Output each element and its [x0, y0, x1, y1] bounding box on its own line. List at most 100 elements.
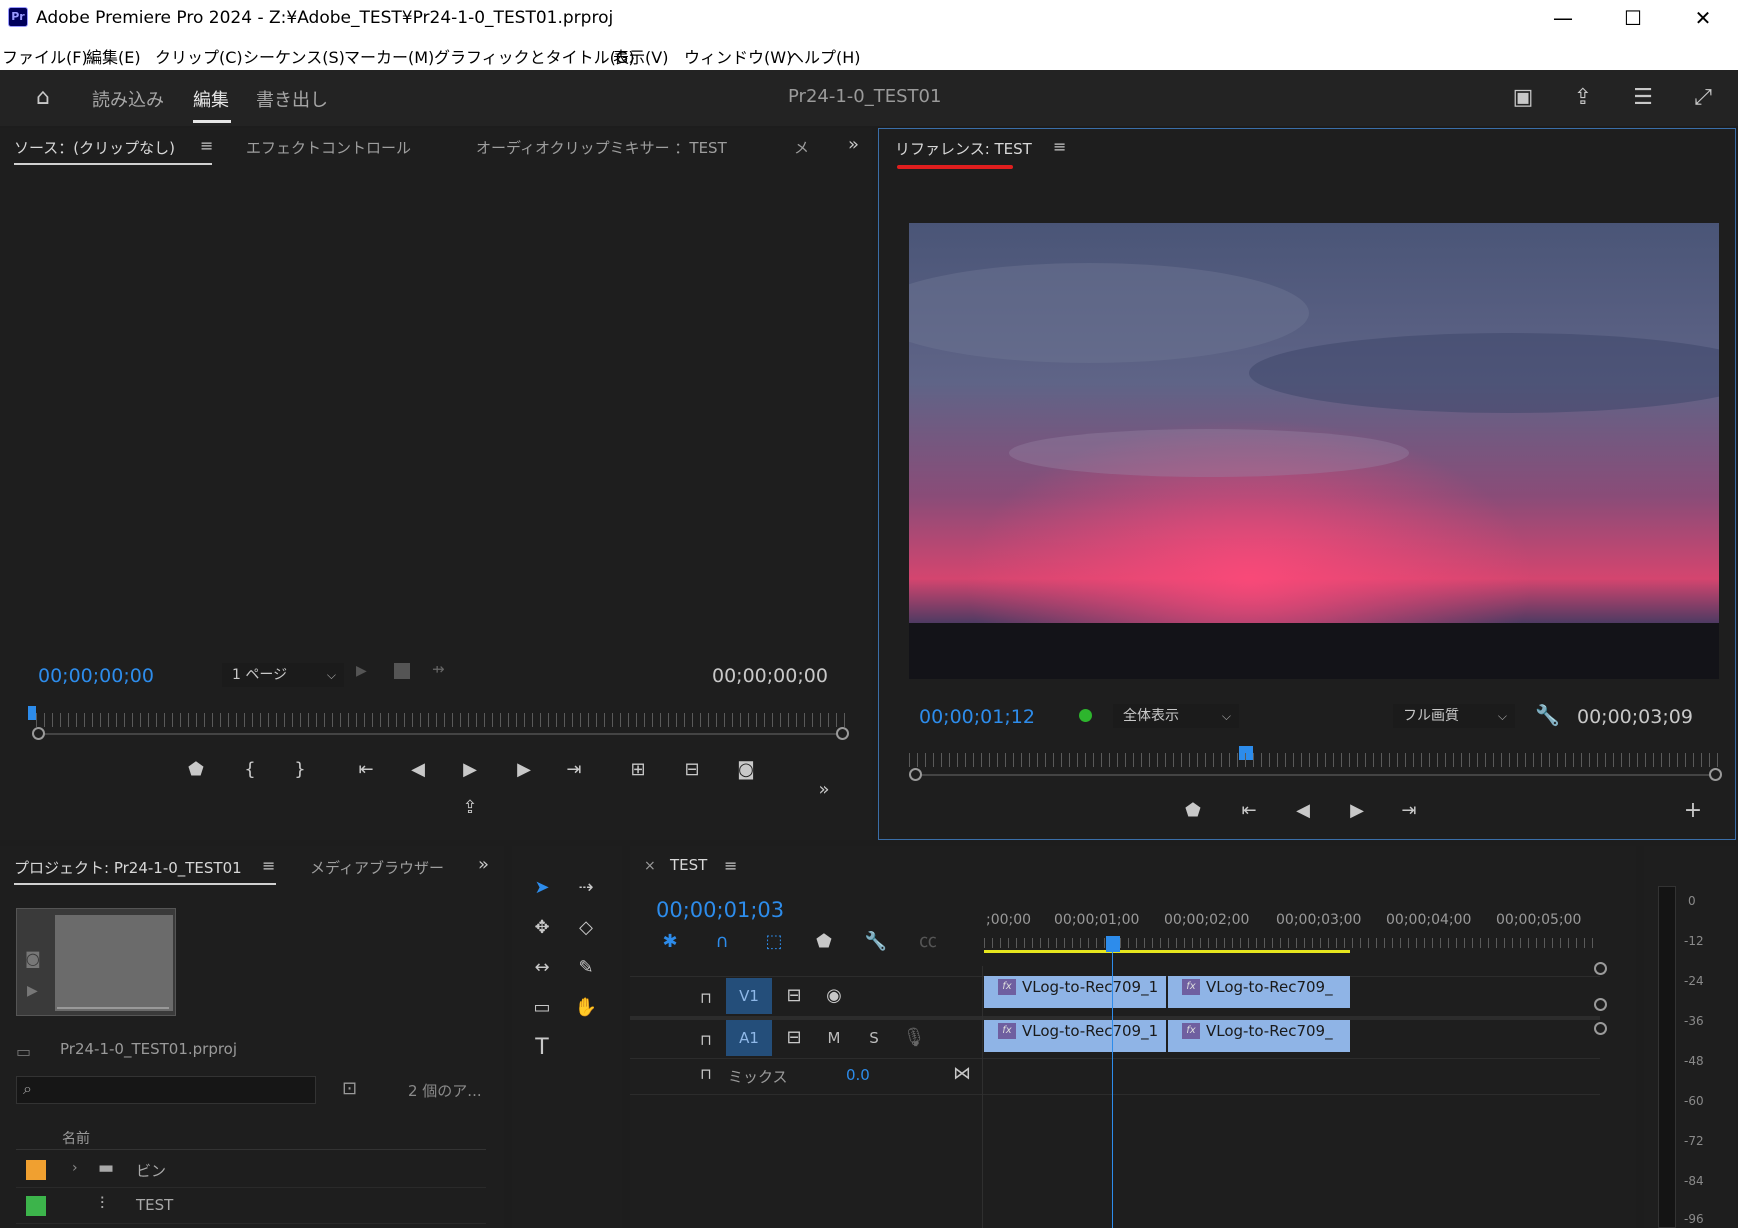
wrench-icon[interactable]: 🔧 [1535, 703, 1560, 727]
slip-tool-icon[interactable]: ↔ [528, 954, 556, 982]
tab-project[interactable]: プロジェクト: Pr24-1-0_TEST01 [14, 857, 242, 878]
tab-source[interactable]: ソース：(クリップなし) [14, 137, 175, 158]
workspace-import[interactable]: 読み込み [92, 86, 164, 112]
project-menu-icon[interactable]: ≡ [262, 856, 275, 875]
v-zoom-handle[interactable] [1594, 962, 1607, 975]
go-to-in-icon[interactable]: ⇤ [352, 756, 380, 784]
ref-go-to-out-icon[interactable]: ⇥ [1395, 797, 1423, 825]
ref-go-to-in-icon[interactable]: ⇤ [1235, 797, 1263, 825]
close-tab-icon[interactable]: × [644, 858, 656, 874]
razor-tool-icon[interactable]: ◇ [572, 914, 600, 942]
mute-button[interactable]: M [820, 1024, 848, 1052]
reference-timecode-current[interactable]: 00;00;01;12 [919, 706, 1035, 728]
workspace-edit[interactable]: 編集 [193, 86, 229, 112]
menu-help[interactable]: ヘルプ(H) [788, 44, 861, 68]
workspace-menu-icon[interactable]: ☰ [1628, 84, 1658, 112]
find-icon[interactable]: ⊡ [342, 1078, 357, 1099]
audio-clip[interactable]: fx VLog-to-Rec709_ [1168, 1020, 1350, 1052]
tab-timeline-sequence[interactable]: TEST [670, 856, 707, 874]
reference-zoom-bar[interactable] [915, 774, 1715, 776]
more-controls-icon[interactable]: » [810, 776, 838, 804]
tab-reference[interactable]: リファレンス: TEST [895, 138, 1032, 159]
sync-lock-icon[interactable]: ⊟ [780, 1024, 808, 1052]
source-menu-icon[interactable]: ≡ [200, 136, 213, 155]
reference-quality-select[interactable]: フル画質 ⌵ [1393, 704, 1515, 728]
column-name-header[interactable]: 名前 [62, 1128, 90, 1148]
export-frame-icon[interactable]: ◙ [732, 756, 760, 784]
a-zoom-handle[interactable] [1594, 1022, 1607, 1035]
add-marker-icon[interactable]: ⬟ [810, 928, 838, 956]
work-area-bar[interactable] [984, 950, 1350, 953]
ref-step-forward-icon[interactable]: ▶ [1343, 797, 1371, 825]
tab-audio-clip-mixer[interactable]: オーディオクリップミキサー ：TEST [476, 137, 727, 158]
mix-volume-value[interactable]: 0.0 [846, 1066, 870, 1084]
track-target-v1[interactable]: V1 [726, 978, 772, 1014]
close-button[interactable]: ✕ [1668, 0, 1738, 36]
menu-view[interactable]: 表示(V) [613, 44, 668, 68]
list-item[interactable]: › ▬ ビン [16, 1152, 486, 1188]
overwrite-icon[interactable]: ⊟ [678, 756, 706, 784]
captions-icon[interactable]: ㏄ [914, 928, 942, 956]
share-icon[interactable]: ⇪ [1568, 84, 1598, 112]
reference-zoom-end-handle[interactable] [1709, 768, 1722, 781]
add-marker-icon[interactable]: ⬟ [182, 756, 210, 784]
nest-icon[interactable]: ✱ [656, 928, 684, 956]
drag-video-icon[interactable]: ⇸ [432, 660, 445, 678]
workspace-export[interactable]: 書き出し [256, 86, 328, 112]
home-icon[interactable]: ⌂ [28, 84, 58, 112]
maximize-button[interactable]: ☐ [1598, 0, 1668, 36]
sync-lock-icon[interactable]: ⊟ [780, 982, 808, 1010]
ref-step-back-icon[interactable]: ◀ [1289, 797, 1317, 825]
solo-button[interactable]: S [860, 1024, 888, 1052]
lock-track-icon[interactable]: ⊓ [692, 1060, 720, 1088]
menu-file[interactable]: ファイル(F) [2, 44, 88, 68]
timeline-time-ruler[interactable] [984, 938, 1600, 948]
selection-tool-icon[interactable]: ➤ [528, 874, 556, 902]
menu-marker[interactable]: マーカー(M) [344, 44, 434, 68]
more-tabs-icon[interactable]: » [848, 134, 859, 155]
audio-clip[interactable]: fx VLog-to-Rec709_1 [984, 1020, 1166, 1052]
lock-track-icon[interactable]: ⊓ [692, 984, 720, 1012]
go-to-transition-icon[interactable]: ⋈ [948, 1060, 976, 1088]
linked-selection-icon[interactable]: ⬚ [760, 928, 788, 956]
list-item[interactable]: ⫶ TEST [16, 1188, 486, 1224]
video-clip[interactable]: fx VLog-to-Rec709_1 [984, 976, 1166, 1008]
hand-tool-icon[interactable]: ✋ [572, 994, 600, 1022]
play-range-icon[interactable]: ▶ [356, 663, 367, 679]
tab-metadata[interactable]: メ [794, 137, 809, 158]
ripple-edit-tool-icon[interactable]: ✥ [528, 914, 556, 942]
reference-zoom-start-handle[interactable] [909, 768, 922, 781]
minimize-button[interactable]: — [1528, 0, 1598, 36]
source-time-ruler[interactable] [36, 713, 848, 727]
menu-clip[interactable]: クリップ(C) [155, 44, 243, 68]
step-forward-icon[interactable]: ▶ [510, 756, 538, 784]
label-color-swatch[interactable] [26, 1196, 46, 1216]
snap-magnet-icon[interactable]: ∩ [708, 928, 736, 956]
menu-graphics[interactable]: グラフィックとタイトル(G) [434, 44, 635, 68]
mark-out-icon[interactable]: } [286, 756, 314, 784]
timeline-settings-icon[interactable]: 🔧 [862, 928, 890, 956]
gang-icon[interactable]: ⬟ [1179, 797, 1207, 825]
source-zoom-end-handle[interactable] [836, 727, 849, 740]
label-color-swatch[interactable] [26, 1160, 46, 1180]
menu-window[interactable]: ウィンドウ(W) [684, 44, 792, 68]
project-search-input[interactable]: ⌕ [16, 1076, 316, 1104]
video-clip[interactable]: fx VLog-to-Rec709_ [1168, 976, 1350, 1008]
reference-time-ruler[interactable] [909, 753, 1719, 767]
menu-sequence[interactable]: シーケンス(S) [243, 44, 345, 68]
timeline-playhead-handle[interactable] [1106, 936, 1120, 952]
pen-tool-icon[interactable]: ✎ [572, 954, 600, 982]
reference-fit-select[interactable]: 全体表示 ⌵ [1113, 704, 1239, 728]
fullscreen-icon[interactable]: ⤢ [1688, 84, 1718, 112]
quick-export-icon[interactable]: ▣ [1508, 84, 1538, 112]
go-to-out-icon[interactable]: ⇥ [560, 756, 588, 784]
insert-icon[interactable]: ⊞ [624, 756, 652, 784]
menu-edit[interactable]: 編集(E) [86, 44, 141, 68]
play-icon[interactable]: ▶ [456, 756, 484, 784]
more-tabs-icon[interactable]: » [478, 854, 489, 875]
thumbnail-scrub-bar[interactable] [57, 1007, 169, 1009]
project-thumbnail[interactable]: ◙ ▶ [16, 908, 176, 1016]
mark-in-icon[interactable]: { [236, 756, 264, 784]
tab-effect-controls[interactable]: エフェクトコントロール [246, 137, 411, 158]
export-icon[interactable]: ⇪ [456, 794, 484, 822]
